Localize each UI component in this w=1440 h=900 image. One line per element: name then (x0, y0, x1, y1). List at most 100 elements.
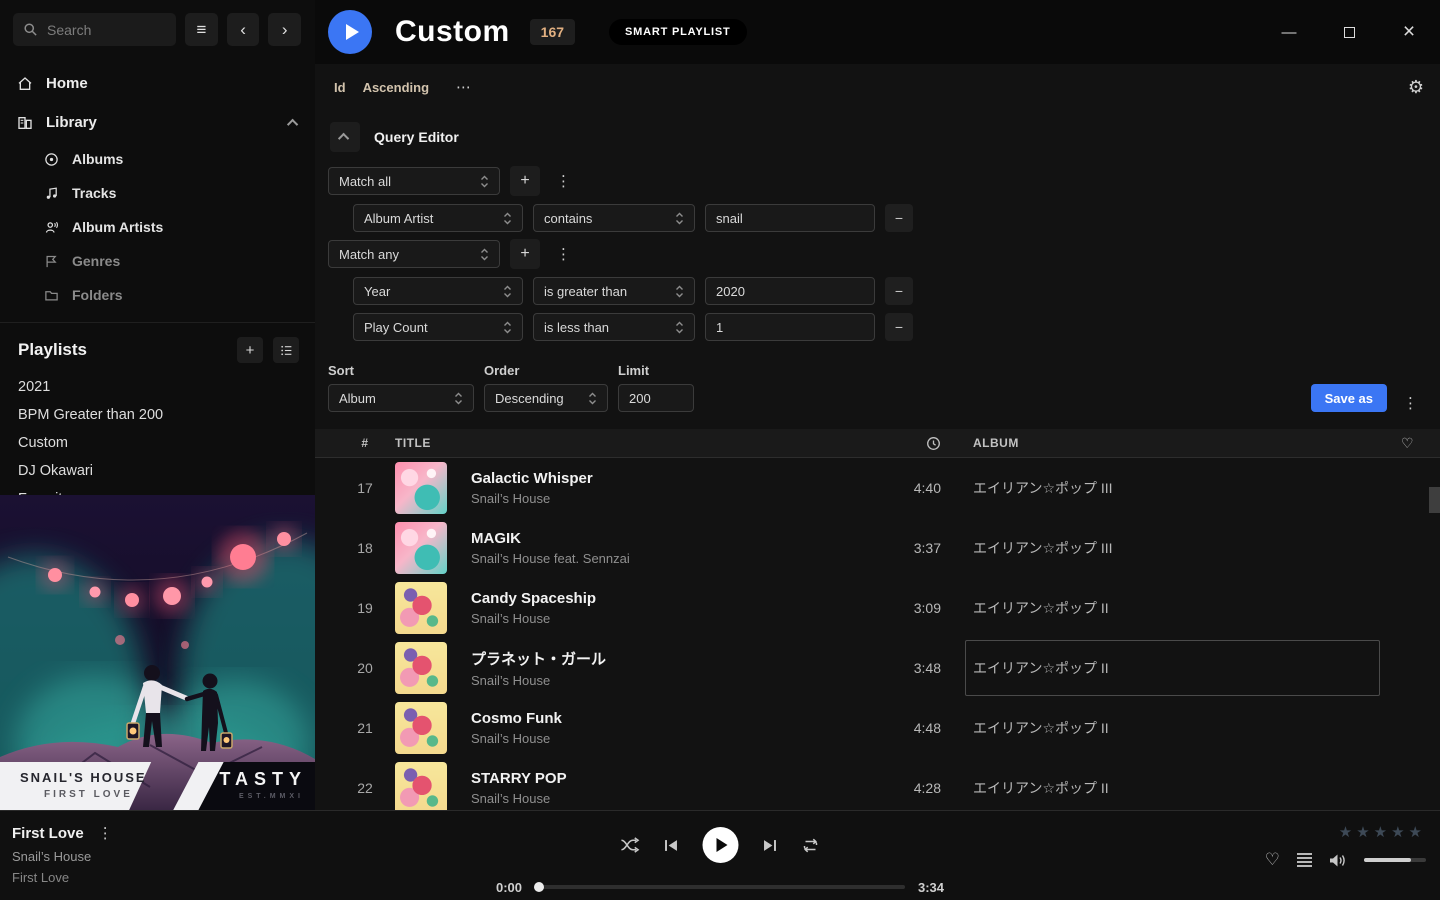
rating-stars[interactable]: ★★★★★ (1339, 823, 1426, 841)
playlist-item[interactable]: Custom (0, 429, 315, 457)
shuffle-button[interactable] (621, 837, 640, 853)
table-row[interactable]: 19 Candy Spaceship Snail’s House 3:09 エイ… (315, 578, 1440, 638)
playlist-item[interactable]: BPM Greater than 200 (0, 401, 315, 429)
gear-icon[interactable]: ⚙ (1408, 77, 1424, 98)
favorite-button[interactable]: ♡ (1265, 850, 1280, 870)
collapse-query-editor-button[interactable] (330, 122, 360, 152)
match-type-select[interactable]: Match all (328, 167, 500, 195)
now-playing-artwork[interactable]: SNAIL'S HOUSE FIRST LOVE TASTY EST.MMXI (0, 495, 315, 810)
track-album[interactable]: エイリアン☆ポップ II (941, 698, 1361, 758)
track-album[interactable]: エイリアン☆ポップ II (941, 758, 1361, 810)
window-close-button[interactable]: × (1394, 17, 1424, 47)
track-artist[interactable]: Snail’s House (471, 673, 871, 688)
volume-slider[interactable] (1364, 858, 1426, 862)
repeat-button[interactable] (802, 838, 820, 853)
add-playlist-button[interactable]: + (237, 337, 263, 363)
track-artist[interactable]: Snail’s House feat. Sennzai (471, 551, 871, 566)
track-number: 21 (357, 720, 373, 736)
rule-group-menu-button[interactable]: ⋮ (550, 245, 577, 263)
sidebar-item-albums[interactable]: Albums (0, 142, 315, 176)
table-row[interactable]: 18 MAGIK Snail’s House feat. Sennzai 3:3… (315, 518, 1440, 578)
table-row[interactable]: 20 プラネット・ガール Snail’s House 3:48 エイリアン☆ポッ… (315, 638, 1440, 698)
collapse-chevron-icon[interactable] (287, 118, 298, 129)
menu-button[interactable]: ≡ (185, 13, 218, 46)
track-album[interactable]: エイリアン☆ポップ II (941, 578, 1361, 638)
rule-operator-select[interactable]: contains (533, 204, 695, 232)
search-icon (23, 22, 38, 37)
sidebar-item-tracks[interactable]: Tracks (0, 176, 315, 210)
remove-rule-button[interactable]: − (885, 204, 913, 232)
play-playlist-button[interactable] (328, 10, 372, 54)
track-album[interactable]: エイリアン☆ポップ III (941, 518, 1361, 578)
rule-field-select[interactable]: Year (353, 277, 523, 305)
now-playing-menu-button[interactable]: ⋮ (98, 824, 113, 842)
next-button[interactable] (764, 839, 777, 852)
track-number: 18 (357, 540, 373, 556)
add-rule-button[interactable]: + (510, 166, 540, 196)
now-playing-artist[interactable]: Snail’s House (12, 849, 113, 864)
search-input-container[interactable] (13, 13, 176, 46)
playlist-item[interactable]: 2021 (0, 373, 315, 401)
rule-operator-select[interactable]: is less than (533, 313, 695, 341)
sort-field-button[interactable]: Id (334, 80, 346, 95)
column-header-title[interactable]: TITLE (395, 436, 871, 450)
sort-order-button[interactable]: Ascending (363, 80, 429, 95)
column-header-number[interactable]: # (361, 436, 368, 450)
rule-value-input[interactable] (705, 204, 875, 232)
remove-rule-button[interactable]: − (885, 313, 913, 341)
now-playing-title[interactable]: First Love (12, 825, 84, 842)
sidebar-item-label: Album Artists (72, 219, 163, 235)
track-artist[interactable]: Snail’s House (471, 611, 871, 626)
more-options-button[interactable]: ⋯ (456, 78, 472, 96)
previous-button[interactable] (665, 839, 678, 852)
sidebar-item-library[interactable]: Library (0, 103, 315, 142)
track-album[interactable]: エイリアン☆ポップ III (941, 458, 1361, 518)
track-artist[interactable]: Snail’s House (471, 491, 871, 506)
sidebar-item-genres[interactable]: Genres (0, 244, 315, 278)
rule-field-select[interactable]: Album Artist (353, 204, 523, 232)
track-artist[interactable]: Snail’s House (471, 791, 871, 806)
rule-operator-select[interactable]: is greater than (533, 277, 695, 305)
match-type-select[interactable]: Match any (328, 240, 500, 268)
column-header-duration[interactable] (926, 436, 941, 451)
seek-bar[interactable] (535, 885, 905, 889)
window-maximize-button[interactable] (1334, 17, 1364, 47)
limit-input[interactable] (618, 384, 694, 412)
add-rule-button[interactable]: + (510, 239, 540, 269)
volume-icon[interactable] (1329, 853, 1347, 868)
rule-field-select[interactable]: Play Count (353, 313, 523, 341)
query-menu-button[interactable]: ⋮ (1397, 394, 1424, 412)
sidebar-item-album-artists[interactable]: Album Artists (0, 210, 315, 244)
remove-rule-button[interactable]: − (885, 277, 913, 305)
sort-select[interactable]: Album (328, 384, 474, 412)
window-minimize-button[interactable]: — (1274, 17, 1304, 47)
track-album-focused-cell[interactable]: エイリアン☆ポップ II (941, 638, 1361, 698)
table-row[interactable]: 21 Cosmo Funk Snail’s House 4:48 エイリアン☆ポ… (315, 698, 1440, 758)
table-row[interactable]: 17 Galactic Whisper Snail’s House 4:40 エ… (315, 458, 1440, 518)
search-input[interactable] (47, 22, 157, 38)
forward-button[interactable]: › (268, 13, 301, 46)
sidebar-item-folders[interactable]: Folders (0, 278, 315, 312)
track-title: MAGIK (471, 530, 871, 547)
track-artist[interactable]: Snail’s House (471, 731, 871, 746)
column-header-favorite[interactable]: ♡ (1401, 435, 1440, 452)
order-select[interactable]: Descending (484, 384, 608, 412)
playlist-item[interactable]: DJ Okawari (0, 457, 315, 485)
back-button[interactable]: ‹ (227, 13, 260, 46)
save-as-button[interactable]: Save as (1311, 384, 1387, 412)
column-header-album[interactable]: ALBUM (941, 436, 1361, 450)
select-stepper-icon (454, 391, 463, 406)
track-number: 19 (357, 600, 373, 616)
seek-handle[interactable] (534, 882, 544, 892)
table-row[interactable]: 22 STARRY POP Snail’s House 4:28 エイリアン☆ポ… (315, 758, 1440, 810)
sidebar-item-home[interactable]: Home (0, 64, 315, 103)
now-playing-album[interactable]: First Love (12, 870, 113, 885)
rule-value-input[interactable] (705, 277, 875, 305)
rule-group-menu-button[interactable]: ⋮ (550, 172, 577, 190)
scrollbar-thumb[interactable] (1429, 487, 1440, 513)
playlist-list-button[interactable] (273, 337, 299, 363)
queue-button[interactable] (1297, 853, 1312, 867)
play-pause-button[interactable] (703, 827, 739, 863)
chevron-up-icon (338, 133, 349, 144)
rule-value-input[interactable] (705, 313, 875, 341)
